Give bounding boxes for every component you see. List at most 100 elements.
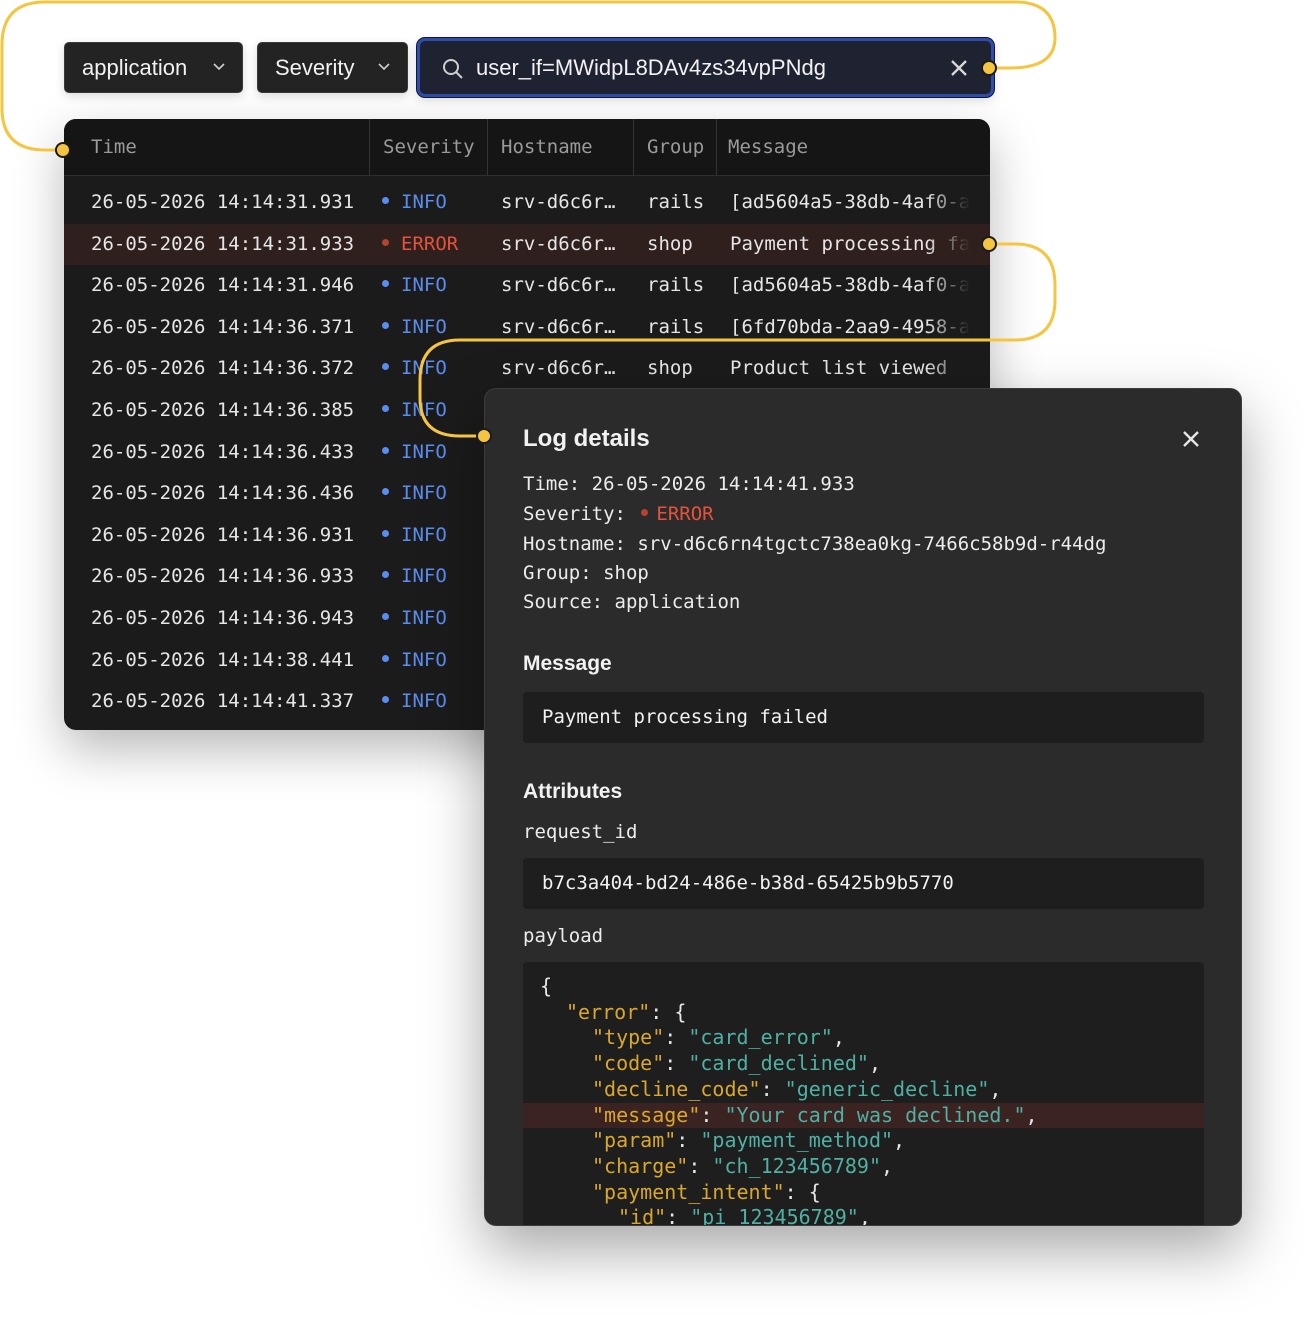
request-id-label: request_id — [523, 821, 638, 843]
json-punctuation: { — [540, 974, 553, 998]
severity-dot — [382, 696, 389, 704]
json-key: "param" — [592, 1128, 677, 1153]
cell-group: rails — [647, 315, 705, 338]
json-punctuation: : — [700, 1102, 725, 1127]
json-string: "ch_123456789" — [712, 1153, 881, 1178]
meta-hostname: Hostname: srv-d6c6rn4tgctc738ea0kg-7466c… — [523, 533, 1106, 555]
json-key: "charge" — [592, 1153, 689, 1178]
cell-severity-text: INFO — [401, 690, 447, 713]
payload-line: "code": "card_declined", — [523, 1051, 1204, 1077]
severity-dot — [382, 197, 389, 204]
json-string: "pi_123456789" — [690, 1205, 859, 1226]
cell-time: 26-05-2026 14:14:36.385 — [91, 398, 355, 421]
meta-time: Time: 26-05-2026 14:14:41.933 — [523, 473, 855, 495]
chevron-down-icon — [213, 63, 225, 71]
payload-label: payload — [523, 925, 604, 947]
cell-time: 26-05-2026 14:14:31.931 — [91, 191, 355, 213]
attributes-heading: Attributes — [523, 780, 623, 803]
json-key: "type" — [592, 1025, 665, 1050]
severity-dot — [382, 446, 389, 454]
payload-line: "type": "card_error", — [523, 1025, 1204, 1051]
table-row[interactable]: 26-05-2026 14:14:36.372 INFO srv-d6c6r… sho… — [64, 348, 990, 390]
close-icon[interactable] — [949, 58, 969, 78]
column-header-message[interactable]: Message — [716, 119, 990, 176]
json-string: "card_error" — [688, 1025, 833, 1050]
cell-severity-text: INFO — [401, 606, 447, 629]
table-row[interactable]: 26-05-2026 14:14:31.946 INFO srv-d6c6r… rai… — [64, 265, 990, 307]
payload-line: "message": "Your card was declined.", — [523, 1102, 1204, 1129]
meta-source: Source: application — [523, 591, 740, 613]
column-header-time[interactable]: Time — [91, 119, 137, 176]
cell-severity-text: INFO — [401, 648, 447, 671]
payload-code-block: {"error": {"type": "card_error", "code": … — [523, 962, 1204, 1226]
meta-severity: Severity: ERROR — [523, 503, 714, 525]
log-details-panel: Log details Time: 26-05-2026 14:14:41.93… — [484, 388, 1242, 1226]
chevron-down-icon — [378, 63, 390, 71]
close-icon[interactable] — [1181, 429, 1201, 449]
cell-time: 26-05-2026 14:14:36.943 — [91, 606, 355, 629]
search-input[interactable] — [476, 50, 936, 86]
cell-time: 26-05-2026 14:14:36.371 — [91, 315, 355, 338]
severity-dot — [382, 280, 389, 288]
json-punctuation: : — [760, 1076, 785, 1101]
meta-group-label: Group: — [523, 562, 592, 584]
column-header-hostname[interactable]: Hostname — [487, 119, 633, 176]
meta-source-label: Source: — [523, 591, 604, 613]
json-punctuation: , — [893, 1128, 906, 1153]
severity-dropdown[interactable]: Severity — [257, 42, 408, 93]
meta-hostname-value: srv-d6c6rn4tgctc738ea0kg-7466c58b9d-r44d… — [637, 533, 1107, 555]
meta-severity-text: ERROR — [656, 503, 714, 525]
request-id-value: b7c3a404-bd24-486e-b38d-65425b9b5770 — [523, 858, 1204, 909]
payload-line: "param": "payment_method", — [523, 1128, 1204, 1154]
column-header-group[interactable]: Group — [633, 119, 716, 176]
severity-dot — [382, 404, 389, 412]
cell-message: [ad5604a5-38db-4af0-a — [730, 274, 970, 297]
source-dropdown[interactable]: application — [64, 42, 243, 93]
json-key: "message" — [592, 1102, 701, 1127]
message-heading: Message — [523, 652, 612, 675]
severity-dot — [382, 488, 389, 496]
cell-hostname: srv-d6c6r… — [501, 232, 616, 255]
cell-severity-text: INFO — [401, 357, 447, 380]
cell-hostname: srv-d6c6r… — [501, 274, 616, 297]
cell-hostname: srv-d6c6r… — [501, 315, 616, 338]
meta-group-value: shop — [603, 562, 649, 584]
json-punctuation: : — [688, 1153, 713, 1178]
json-string: "Your card was declined." — [724, 1102, 1026, 1127]
cell-severity: INFO — [382, 182, 482, 224]
json-key: "code" — [592, 1051, 665, 1076]
cell-severity-text: INFO — [401, 565, 447, 588]
cell-time: 26-05-2026 14:14:31.946 — [91, 274, 355, 297]
cell-time: 26-05-2026 14:14:31.933 — [91, 232, 355, 255]
cell-severity-text: INFO — [401, 274, 447, 297]
table-row[interactable]: 26-05-2026 14:14:31.933 ERROR srv-d6c6r… sh… — [64, 223, 990, 266]
cell-severity: ERROR — [382, 224, 482, 266]
severity-dot — [382, 654, 389, 662]
cell-hostname: srv-d6c6r… — [501, 357, 616, 380]
cell-group: rails — [647, 274, 705, 297]
severity-dot — [382, 571, 389, 579]
cell-message: [6fd70bda-2aa9-4958-a — [730, 315, 970, 338]
cell-hostname: srv-d6c6r… — [501, 191, 616, 213]
severity-dot — [641, 509, 649, 516]
severity-dot — [382, 529, 389, 537]
json-punctuation: : { — [650, 999, 687, 1024]
cell-severity-text: INFO — [401, 523, 447, 546]
cell-time: 26-05-2026 14:14:41.337 — [91, 690, 355, 713]
table-row[interactable]: 26-05-2026 14:14:36.371 INFO srv-d6c6r… rai… — [64, 307, 990, 349]
cell-group: rails — [647, 191, 705, 213]
table-row[interactable]: 26-05-2026 14:14:31.931 INFO srv-d6c6r… rai… — [64, 182, 990, 224]
json-key: "id" — [618, 1205, 667, 1226]
json-string: "payment_method" — [700, 1128, 894, 1153]
cell-time: 26-05-2026 14:14:36.372 — [91, 357, 355, 380]
log-details-title: Log details — [523, 425, 650, 452]
cell-time: 26-05-2026 14:14:36.436 — [91, 482, 355, 505]
payload-line: "id": "pi_123456789", — [523, 1205, 1204, 1226]
source-dropdown-label: application — [82, 54, 188, 80]
cell-severity-text: INFO — [401, 482, 447, 505]
payload-line: "error": { — [523, 1000, 1204, 1026]
severity-dropdown-label: Severity — [275, 54, 355, 80]
search-icon — [443, 59, 463, 79]
column-header-severity[interactable]: Severity — [369, 119, 487, 176]
json-punctuation: : — [664, 1051, 689, 1076]
